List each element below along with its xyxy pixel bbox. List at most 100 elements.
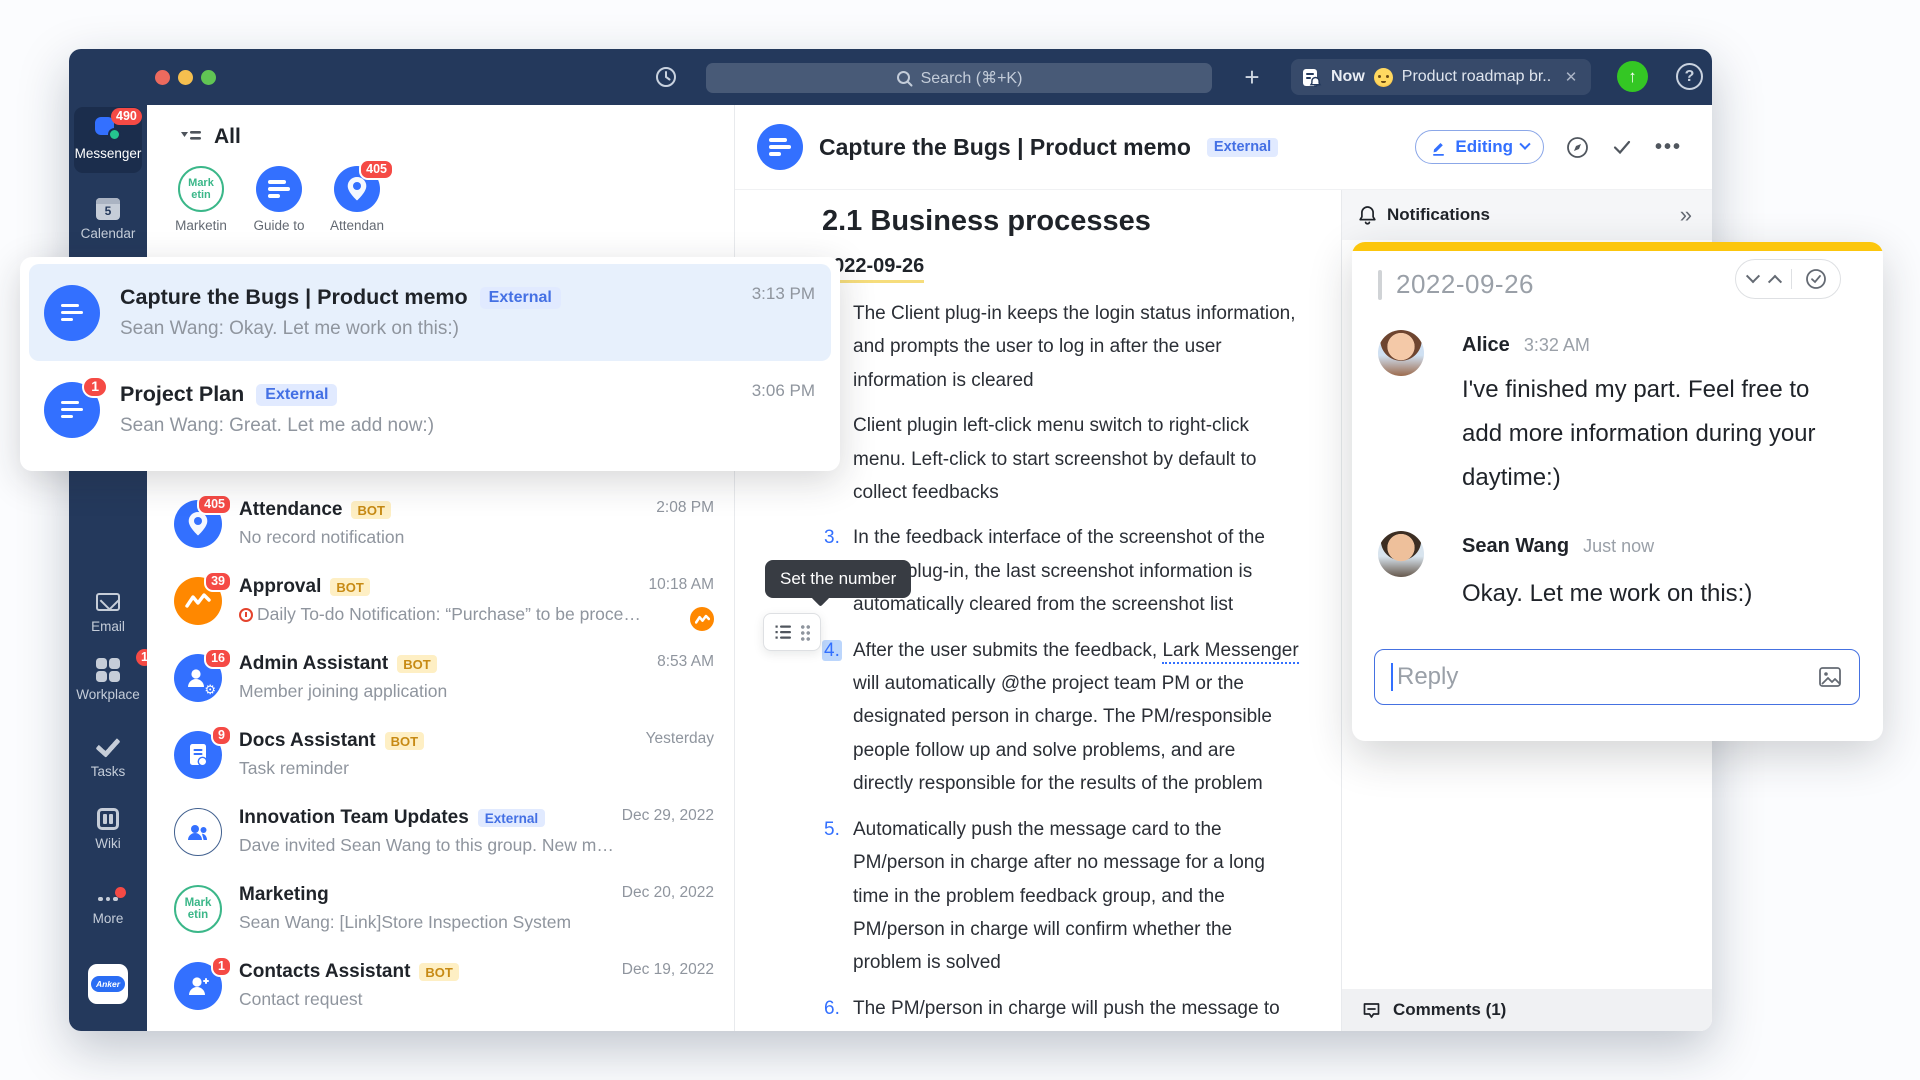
sidebar-item-email[interactable]: Email — [69, 588, 147, 634]
new-tab-button[interactable]: + — [1237, 62, 1267, 92]
popup-chat-subtitle: Sean Wang: Great. Let me add now:) — [120, 415, 752, 437]
upgrade-button[interactable]: ↑ — [1617, 61, 1648, 92]
quote-bar — [1378, 270, 1382, 300]
list-item: 5. Automatically push the message card t… — [822, 813, 1341, 980]
filter-icon[interactable] — [180, 128, 202, 146]
close-tab-icon[interactable]: ✕ — [1565, 68, 1578, 86]
gear-icon: ⚙ — [204, 682, 216, 698]
chat-row-approval[interactable]: 39 ApprovalBOT Daily To-do Notification:… — [147, 562, 734, 639]
drag-handle-icon[interactable] — [800, 624, 811, 641]
comment-card: 2022-09-26 Alice 3:32 AM I've finished m… — [1352, 242, 1883, 741]
comment-author-row: Sean Wang Just now — [1462, 535, 1654, 558]
now-tab[interactable]: Now Product roadmap br... ✕ — [1291, 59, 1591, 95]
document-header: Capture the Bugs | Product memo External… — [735, 105, 1712, 190]
chat-row-innovation-team[interactable]: Innovation Team UpdatesExternal Dave inv… — [147, 793, 734, 870]
editing-label: Editing — [1455, 137, 1513, 157]
list-item-text: The PM/person in charge will push the me… — [853, 992, 1300, 1025]
chat-filter-title[interactable]: All — [214, 125, 241, 149]
comment-text: Okay. Let me work on this:) — [1462, 572, 1852, 616]
unread-badge: 39 — [204, 571, 232, 592]
sean-wang-avatar[interactable] — [1378, 531, 1424, 577]
sidebar-item-calendar[interactable]: 5 Calendar — [69, 195, 147, 241]
external-tag: External — [480, 287, 561, 309]
sidebar-item-workplace[interactable]: 1 Workplace — [69, 656, 147, 702]
chat-last-message: Task reminder — [239, 758, 646, 779]
list-item-text: After the user submits the feedback, Lar… — [853, 634, 1300, 801]
bot-tag: BOT — [330, 578, 369, 596]
editing-mode-button[interactable]: Editing — [1415, 130, 1544, 164]
workplace-icon — [96, 658, 120, 682]
quick-contact-guide[interactable]: Guide to — [251, 166, 307, 233]
check-icon[interactable] — [1611, 136, 1633, 158]
approval-sticker-icon — [688, 605, 716, 633]
sidebar-item-tasks[interactable]: Tasks — [69, 733, 147, 779]
highlight-bar — [1352, 242, 1883, 251]
chat-row-admin-assistant[interactable]: ⚙ 16 Admin AssistantBOT Member joining a… — [147, 639, 734, 716]
insert-image-icon[interactable] — [1817, 664, 1843, 690]
now-doc-bell-icon — [1301, 67, 1322, 88]
popup-chat-project-plan[interactable]: 1 Project PlanExternal Sean Wang: Great.… — [29, 361, 831, 458]
search-input[interactable]: Search (⌘+K) — [706, 63, 1212, 93]
document-title: Capture the Bugs | Product memo — [819, 134, 1191, 161]
org-logo[interactable]: Anker — [88, 964, 128, 1004]
chat-row-docs-assistant[interactable]: 9 Docs AssistantBOT Task reminder Yester… — [147, 716, 734, 793]
resolve-comment-icon[interactable] — [1804, 267, 1828, 291]
popup-chat-title: Capture the Bugs | Product memo — [120, 285, 468, 310]
list-item-text: Client plugin left-click menu switch to … — [853, 409, 1300, 509]
tasks-icon — [95, 732, 120, 758]
chat-name: Docs Assistant — [239, 730, 376, 752]
list-number-selected[interactable]: 4. — [822, 634, 853, 801]
alice-avatar[interactable] — [1378, 330, 1424, 376]
next-comment-icon[interactable] — [1768, 275, 1782, 289]
chat-name: Admin Assistant — [239, 653, 388, 675]
zoom-window-button[interactable] — [201, 70, 216, 85]
sidebar-item-messenger[interactable]: 490 Messenger — [69, 115, 147, 161]
chat-row-attendance[interactable]: 405 AttendanceBOT No record notification… — [147, 485, 734, 562]
history-icon[interactable] — [651, 62, 681, 92]
help-button[interactable]: ? — [1676, 63, 1703, 90]
email-icon — [96, 593, 120, 611]
document-icon — [757, 124, 803, 170]
sidebar-item-wiki[interactable]: Wiki — [69, 805, 147, 851]
external-tag: External — [256, 384, 337, 406]
chat-last-message: Member joining application — [239, 681, 657, 702]
sidebar-item-more[interactable]: More — [69, 880, 147, 926]
quick-contact-marketing[interactable]: Mark etin Marketin — [173, 166, 229, 233]
more-icon — [98, 897, 118, 902]
bot-tag: BOT — [397, 655, 436, 673]
numbered-list-icon[interactable] — [774, 623, 792, 641]
sidebar-item-label: More — [93, 911, 124, 926]
exploding-head-emoji-icon — [1374, 68, 1393, 87]
chat-popup-overlay: Capture the Bugs | Product memoExternal … — [20, 257, 840, 471]
pencil-icon — [1430, 139, 1447, 156]
more-options-icon[interactable]: ••• — [1655, 136, 1682, 159]
quick-contact-attendance[interactable]: 405 Attendan — [329, 166, 385, 233]
comment-text: I've finished my part. Feel free to add … — [1462, 368, 1852, 500]
wiki-icon — [97, 808, 119, 830]
collapse-panel-icon[interactable]: » — [1680, 202, 1692, 228]
document-chat-avatar: 1 — [44, 382, 100, 438]
close-window-button[interactable] — [155, 70, 170, 85]
chat-time: 2:08 PM — [656, 499, 714, 517]
comments-bar[interactable]: Comments (1) — [1342, 989, 1712, 1031]
minimize-window-button[interactable] — [178, 70, 193, 85]
reply-placeholder: Reply — [1397, 663, 1458, 691]
list-item-toolbar — [763, 613, 821, 651]
chat-time: Yesterday — [646, 730, 714, 748]
comment-icon — [1362, 1001, 1381, 1020]
compass-icon[interactable] — [1566, 136, 1589, 159]
reply-input[interactable]: Reply — [1374, 649, 1860, 705]
previous-comment-icon[interactable] — [1746, 269, 1760, 283]
sidebar-item-label: Wiki — [95, 836, 121, 851]
list-item-selected: 4. After the user submits the feedback, … — [822, 634, 1341, 801]
chat-row-contacts-assistant[interactable]: 1 Contacts AssistantBOT Contact request … — [147, 947, 734, 1024]
sidebar-item-label: Email — [91, 619, 125, 634]
title-bar: Search (⌘+K) + Now Product roadmap br...… — [69, 49, 1712, 105]
list-item-text: In the feedback interface of the screens… — [853, 521, 1300, 621]
mention-link[interactable]: Lark Messenger — [1162, 640, 1298, 664]
quick-contacts-row: Mark etin Marketin Guide to 405 Attendan — [147, 166, 734, 233]
popup-chat-capture-the-bugs[interactable]: Capture the Bugs | Product memoExternal … — [29, 264, 831, 361]
chat-row-marketing[interactable]: Mark etin Marketing Sean Wang: [Link]Sto… — [147, 870, 734, 947]
chat-name: Innovation Team Updates — [239, 807, 469, 829]
calendar-icon: 5 — [96, 198, 120, 220]
